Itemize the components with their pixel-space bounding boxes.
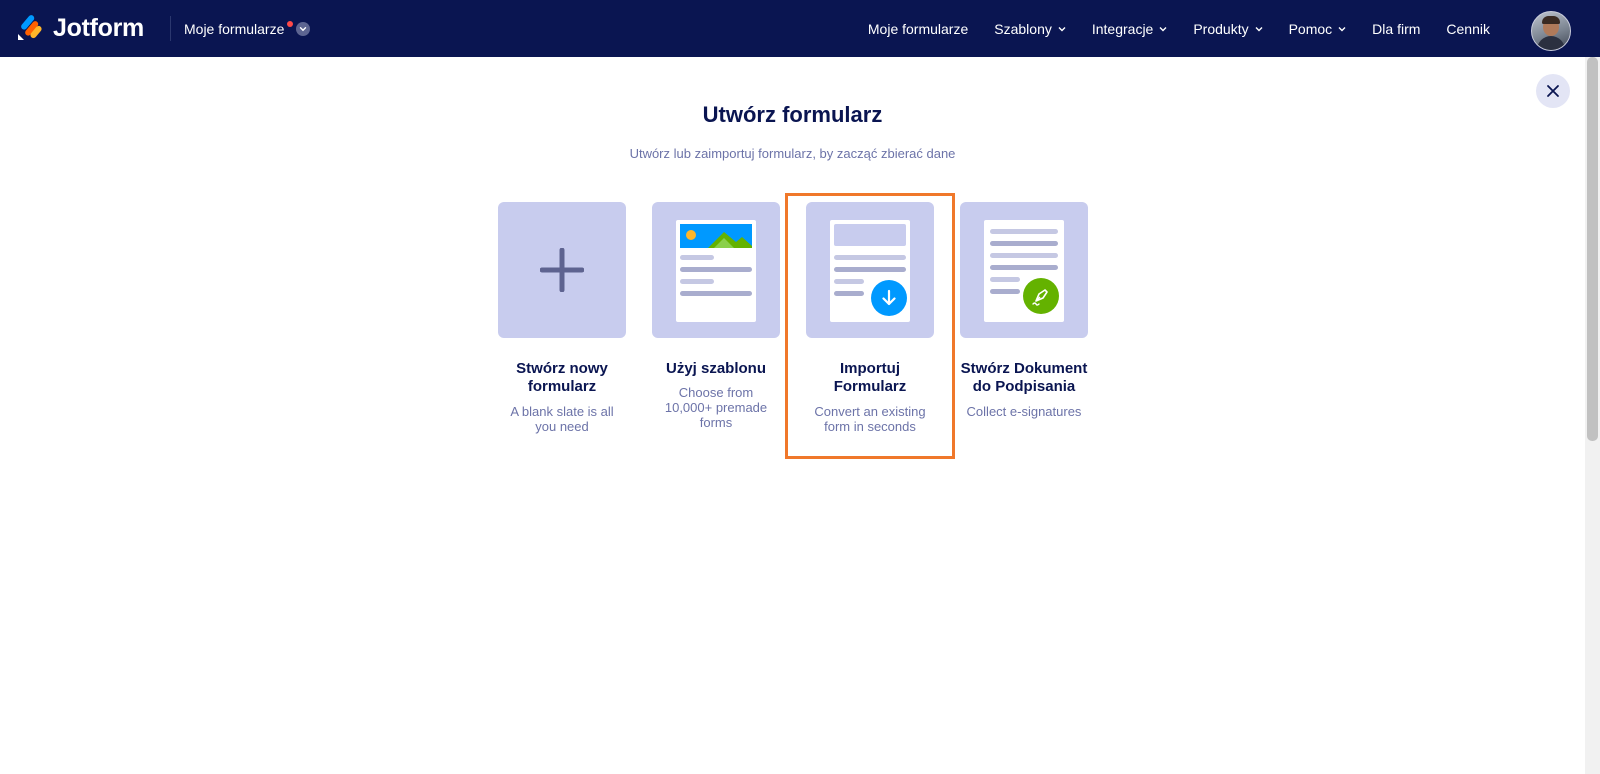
text-line bbox=[990, 289, 1020, 294]
signature-icon bbox=[1023, 278, 1059, 314]
card-tile bbox=[652, 202, 780, 338]
card-tile bbox=[960, 202, 1088, 338]
card-title-line: do Podpisania bbox=[972, 378, 1076, 395]
my-forms-switcher[interactable]: Moje formularze bbox=[184, 18, 311, 40]
text-line bbox=[990, 265, 1058, 270]
avatar-torso bbox=[1537, 36, 1565, 50]
template-image-block bbox=[680, 224, 752, 248]
chevron-down-icon bbox=[1255, 26, 1263, 31]
card-description: Collect e-signatures bbox=[960, 404, 1088, 419]
card-title-line: Stwórz nowy bbox=[516, 360, 608, 377]
plus-icon bbox=[540, 248, 584, 292]
card-title: Użyj szablonu bbox=[652, 360, 780, 378]
nav-label: Dla firm bbox=[1372, 20, 1421, 37]
brand-name: Jotform bbox=[53, 13, 144, 42]
card-desc-line: 10,000+ premade bbox=[664, 400, 768, 415]
mountain-shape bbox=[708, 232, 752, 248]
avatar-hair bbox=[1542, 16, 1560, 24]
modal-title: Utwórz formularz bbox=[702, 102, 883, 127]
chevron-down-icon bbox=[296, 22, 311, 36]
nav-label: Produkty bbox=[1193, 20, 1249, 37]
card-desc-line: A blank slate is all bbox=[510, 404, 614, 419]
template-icon bbox=[676, 220, 756, 322]
nav-my-forms[interactable]: Moje formularze bbox=[868, 21, 968, 37]
text-line bbox=[680, 255, 714, 260]
modal-subtitle: Utwórz lub zaimportuj formularz, by zacz… bbox=[629, 146, 956, 161]
nav-label: Pomoc bbox=[1288, 20, 1333, 37]
close-icon bbox=[1547, 85, 1559, 97]
use-template-card[interactable]: Użyj szablonu Choose from 10,000+ premad… bbox=[652, 202, 780, 430]
card-desc-line: forms bbox=[699, 415, 733, 430]
scrollbar-thumb[interactable] bbox=[1587, 57, 1598, 441]
chevron-down-icon bbox=[1338, 26, 1346, 31]
nav-pricing[interactable]: Cennik bbox=[1446, 21, 1490, 37]
nav-templates[interactable]: Szablony bbox=[994, 21, 1066, 37]
create-blank-form-card[interactable]: Stwórz nowy formularz A blank slate is a… bbox=[498, 202, 626, 434]
nav-products[interactable]: Produkty bbox=[1193, 20, 1263, 37]
notification-dot bbox=[287, 21, 294, 27]
card-title-line: Użyj szablonu bbox=[665, 360, 766, 377]
nav-integrations[interactable]: Integracje bbox=[1092, 21, 1167, 37]
card-tile bbox=[498, 202, 626, 338]
text-line bbox=[680, 291, 752, 296]
card-desc-line: Collect e-signatures bbox=[966, 404, 1082, 419]
jotform-logo-icon bbox=[17, 15, 42, 41]
card-desc-line: you need bbox=[535, 419, 589, 434]
nav-help[interactable]: Pomoc bbox=[1289, 21, 1347, 37]
page-scrollbar[interactable] bbox=[1585, 57, 1600, 774]
card-title: Stwórz nowy formularz bbox=[498, 360, 626, 396]
chevron-down-icon bbox=[1159, 26, 1167, 31]
text-line bbox=[990, 229, 1058, 234]
nav-label: Szablony bbox=[994, 20, 1052, 37]
top-navbar: Jotform Moje formularze Moje formularze … bbox=[0, 0, 1600, 57]
text-line bbox=[990, 241, 1058, 246]
text-line bbox=[990, 277, 1020, 282]
my-forms-switcher-label: Moje formularze bbox=[184, 21, 285, 37]
card-description: Choose from 10,000+ premade forms bbox=[652, 385, 780, 430]
jotform-logo[interactable]: Jotform bbox=[16, 12, 144, 44]
user-avatar[interactable] bbox=[1531, 11, 1571, 51]
pen-nib-icon bbox=[1032, 289, 1048, 306]
selected-card-highlight bbox=[785, 193, 955, 459]
nav-label: Moje formularze bbox=[867, 20, 969, 37]
card-description: A blank slate is all you need bbox=[498, 404, 626, 434]
text-line bbox=[680, 267, 752, 272]
card-title-line: formularz bbox=[527, 378, 597, 395]
main-nav: Moje formularze Szablony Integracje Prod… bbox=[842, 0, 1490, 57]
card-title: Stwórz Dokument do Podpisania bbox=[960, 360, 1088, 396]
chevron-down-icon bbox=[1058, 26, 1066, 31]
sign-document-card[interactable]: Stwórz Dokument do Podpisania Collect e-… bbox=[960, 202, 1088, 419]
header-divider bbox=[170, 16, 171, 41]
card-desc-line: Choose from bbox=[678, 385, 754, 400]
text-line bbox=[990, 253, 1058, 258]
card-title-line: Stwórz Dokument bbox=[960, 360, 1088, 377]
nav-label: Integracje bbox=[1091, 20, 1154, 37]
nav-enterprise[interactable]: Dla firm bbox=[1372, 21, 1420, 37]
nav-label: Cennik bbox=[1446, 20, 1490, 37]
text-line bbox=[680, 279, 714, 284]
